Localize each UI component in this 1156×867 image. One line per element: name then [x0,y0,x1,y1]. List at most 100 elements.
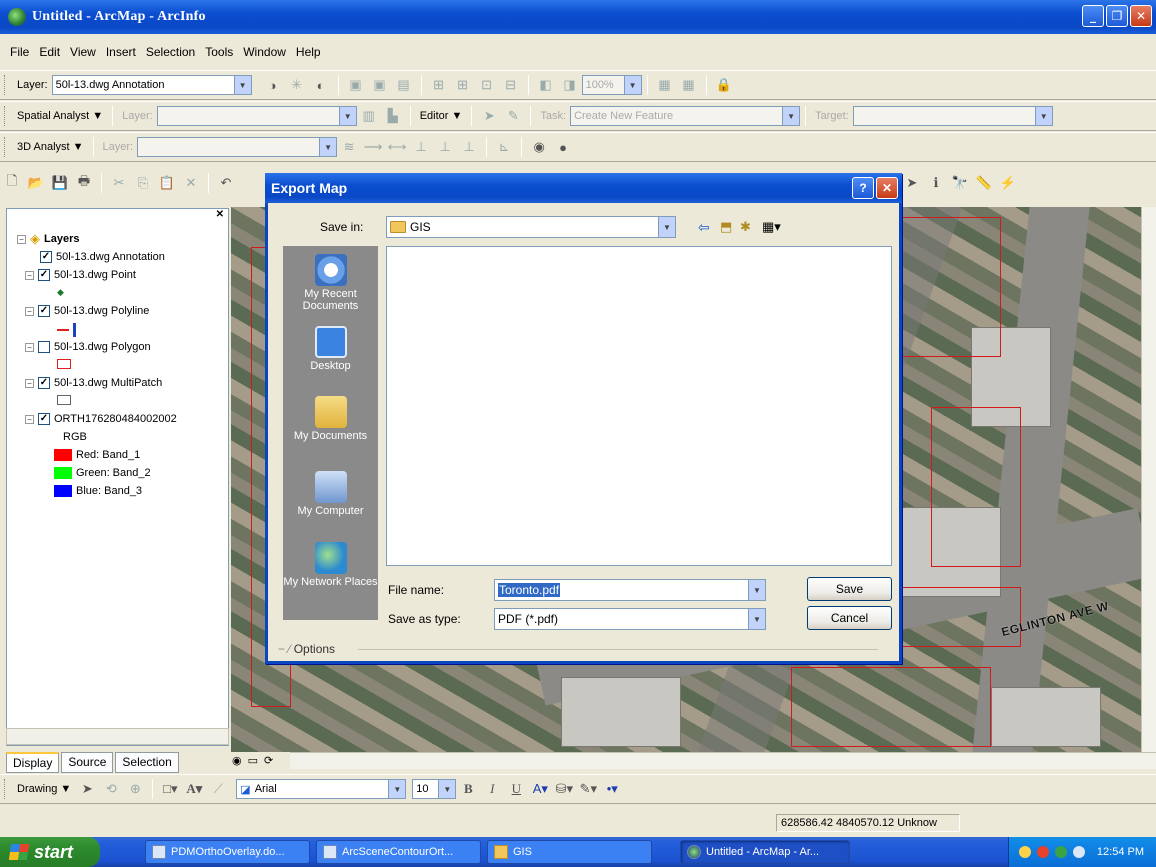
histogram-icon[interactable]: ▥ [360,107,378,125]
map-horizontal-scrollbar[interactable] [290,752,1156,769]
undo-icon[interactable]: ↶ [217,174,235,192]
chevron-down-icon[interactable]: ▼ [388,780,406,798]
lock-icon[interactable]: 🔒 [715,76,733,94]
layer-checkbox[interactable]: ✓ [38,269,50,281]
collapse-icon[interactable]: − [25,378,34,388]
cut-icon[interactable]: ✂ [110,174,128,192]
layer-name[interactable]: 50l-13.dwg MultiPatch [54,377,162,389]
cancel-button[interactable]: Cancel [807,606,892,630]
spatial-analyst-menu[interactable]: Spatial Analyst ▼ [17,110,103,122]
contour-icon[interactable]: ≋ [340,138,358,156]
fit3-icon[interactable]: ⊡ [478,76,496,94]
marker-color-icon[interactable]: •▾ [603,780,621,798]
font-color-icon[interactable]: A▾ [531,780,549,798]
layer-dropdown[interactable]: 50l-13.dwg Annotation ▼ [51,75,252,95]
layer-name[interactable]: 50l-13.dwg Polyline [54,305,149,317]
chevron-down-icon[interactable]: ▼ [1034,107,1052,125]
edit-vertices-icon[interactable]: ⟋ [209,780,227,798]
toc-horizontal-scrollbar[interactable] [6,728,229,745]
place-network[interactable]: My Network Places [283,542,378,588]
collapse-icon[interactable]: − [25,306,34,316]
line-of-sight-icon[interactable]: ⟷ [388,138,407,156]
menu-view[interactable]: View [70,45,96,59]
menu-tools[interactable]: Tools [205,45,233,59]
collapse-icon[interactable]: − [25,414,34,424]
place-my-documents[interactable]: My Documents [283,396,378,442]
find-icon[interactable]: 🔭 [951,174,969,192]
interpolate-point-icon[interactable]: ⊥ [412,138,430,156]
interpolate-line-icon[interactable]: ⊥ [436,138,454,156]
layer-checkbox[interactable]: ✓ [38,413,50,425]
collapse-icon[interactable]: − [25,270,34,280]
tab-selection[interactable]: Selection [115,752,179,773]
file-name-input[interactable]: Toronto.pdf ▼ [494,579,766,601]
chevron-down-icon[interactable]: ▼ [748,609,765,629]
select-elements-icon[interactable]: ➤ [903,174,921,192]
data-view-icon[interactable]: ◉ [232,754,242,767]
layer-checkbox[interactable]: ✓ [38,305,50,317]
back-arrow-icon[interactable]: ⇦ [698,219,710,236]
chart-icon[interactable]: ▙ [384,107,402,125]
file-list[interactable] [386,246,892,566]
font-size-dropdown[interactable]: 10 ▼ [412,779,457,799]
place-desktop[interactable]: Desktop [283,326,378,372]
taskbar-item[interactable]: Untitled - ArcMap - Ar... [680,840,850,864]
menu-selection[interactable]: Selection [146,45,195,59]
chevron-down-icon[interactable]: ▼ [338,107,356,125]
drawing-menu[interactable]: Drawing ▼ [17,783,71,795]
text-icon[interactable]: A▾ [185,780,203,798]
page-icon[interactable]: ▦ [656,76,674,94]
maximize-button[interactable]: ❐ [1106,5,1128,27]
taskbar-item[interactable]: GIS [487,840,652,864]
minimize-button[interactable]: _ [1082,5,1104,27]
layer-name[interactable]: 50l-13.dwg Polygon [54,341,151,353]
open-folder-icon[interactable]: 📂 [27,174,45,192]
zoom-dropdown[interactable]: 100% ▼ [581,75,642,95]
chevron-down-icon[interactable]: ▼ [319,138,337,156]
new-folder-icon[interactable]: ✱ [740,219,751,235]
tab-source[interactable]: Source [61,752,114,773]
fit2-icon[interactable]: ⊞ [454,76,472,94]
menu-help[interactable]: Help [296,45,321,59]
brightness-icon[interactable]: ✳ [288,76,306,94]
underline-icon[interactable]: U [507,780,525,798]
refresh-icon[interactable]: ⟳ [264,754,273,767]
delete-icon[interactable]: ✕ [182,174,200,192]
save-icon[interactable]: 💾 [51,174,69,192]
up-folder-icon[interactable]: ⬒ [720,219,732,235]
arcscene-icon[interactable]: ◉ [530,138,548,156]
task-dropdown[interactable]: Create New Feature ▼ [570,106,801,126]
save-as-type-dropdown[interactable]: PDF (*.pdf) ▼ [494,608,766,630]
interpolate-poly-icon[interactable]: ⊥ [460,138,478,156]
arcglobe-icon[interactable]: ● [554,138,572,156]
profile-graph-icon[interactable]: ⊾ [495,138,513,156]
place-recent[interactable]: My Recent Documents [283,254,378,312]
georef3-icon[interactable]: ▤ [395,76,413,94]
new-document-icon[interactable]: 🗋 [3,173,21,192]
italic-icon[interactable]: I [483,780,501,798]
steepest-path-icon[interactable]: ⟿ [364,138,383,156]
collapse-icon[interactable]: − [17,234,26,244]
3d-layer-dropdown[interactable]: ▼ [137,137,338,157]
save-button[interactable]: Save [807,577,892,601]
edit-tool-icon[interactable]: ➤ [480,107,498,125]
close-icon[interactable]: ✕ [216,209,224,220]
rectangle-icon[interactable]: □▾ [161,780,179,798]
bold-icon[interactable]: B [459,780,477,798]
chevron-down-icon[interactable]: ▼ [233,76,251,94]
hyperlink-icon[interactable]: ⚡ [999,174,1017,192]
rotate-icon[interactable]: ⟲ [102,780,120,798]
save-in-dropdown[interactable]: GIS ▼ [386,216,676,238]
contrast-icon[interactable]: ◑ [264,76,282,94]
identify-icon[interactable]: ℹ [927,174,945,192]
line-color-icon[interactable]: ✎▾ [579,780,597,798]
help-button[interactable]: ? [852,177,874,199]
3d-analyst-menu[interactable]: 3D Analyst ▼ [17,141,84,153]
paste-icon[interactable]: 📋 [158,174,176,192]
layer-name[interactable]: 50l-13.dwg Annotation [56,251,165,263]
print-icon[interactable]: 🖶 [75,173,93,192]
fit4-icon[interactable]: ⊟ [502,76,520,94]
sketch-tool-icon[interactable]: ✎ [504,107,522,125]
place-my-computer[interactable]: My Computer [283,471,378,517]
chevron-down-icon[interactable]: ▼ [438,780,456,798]
